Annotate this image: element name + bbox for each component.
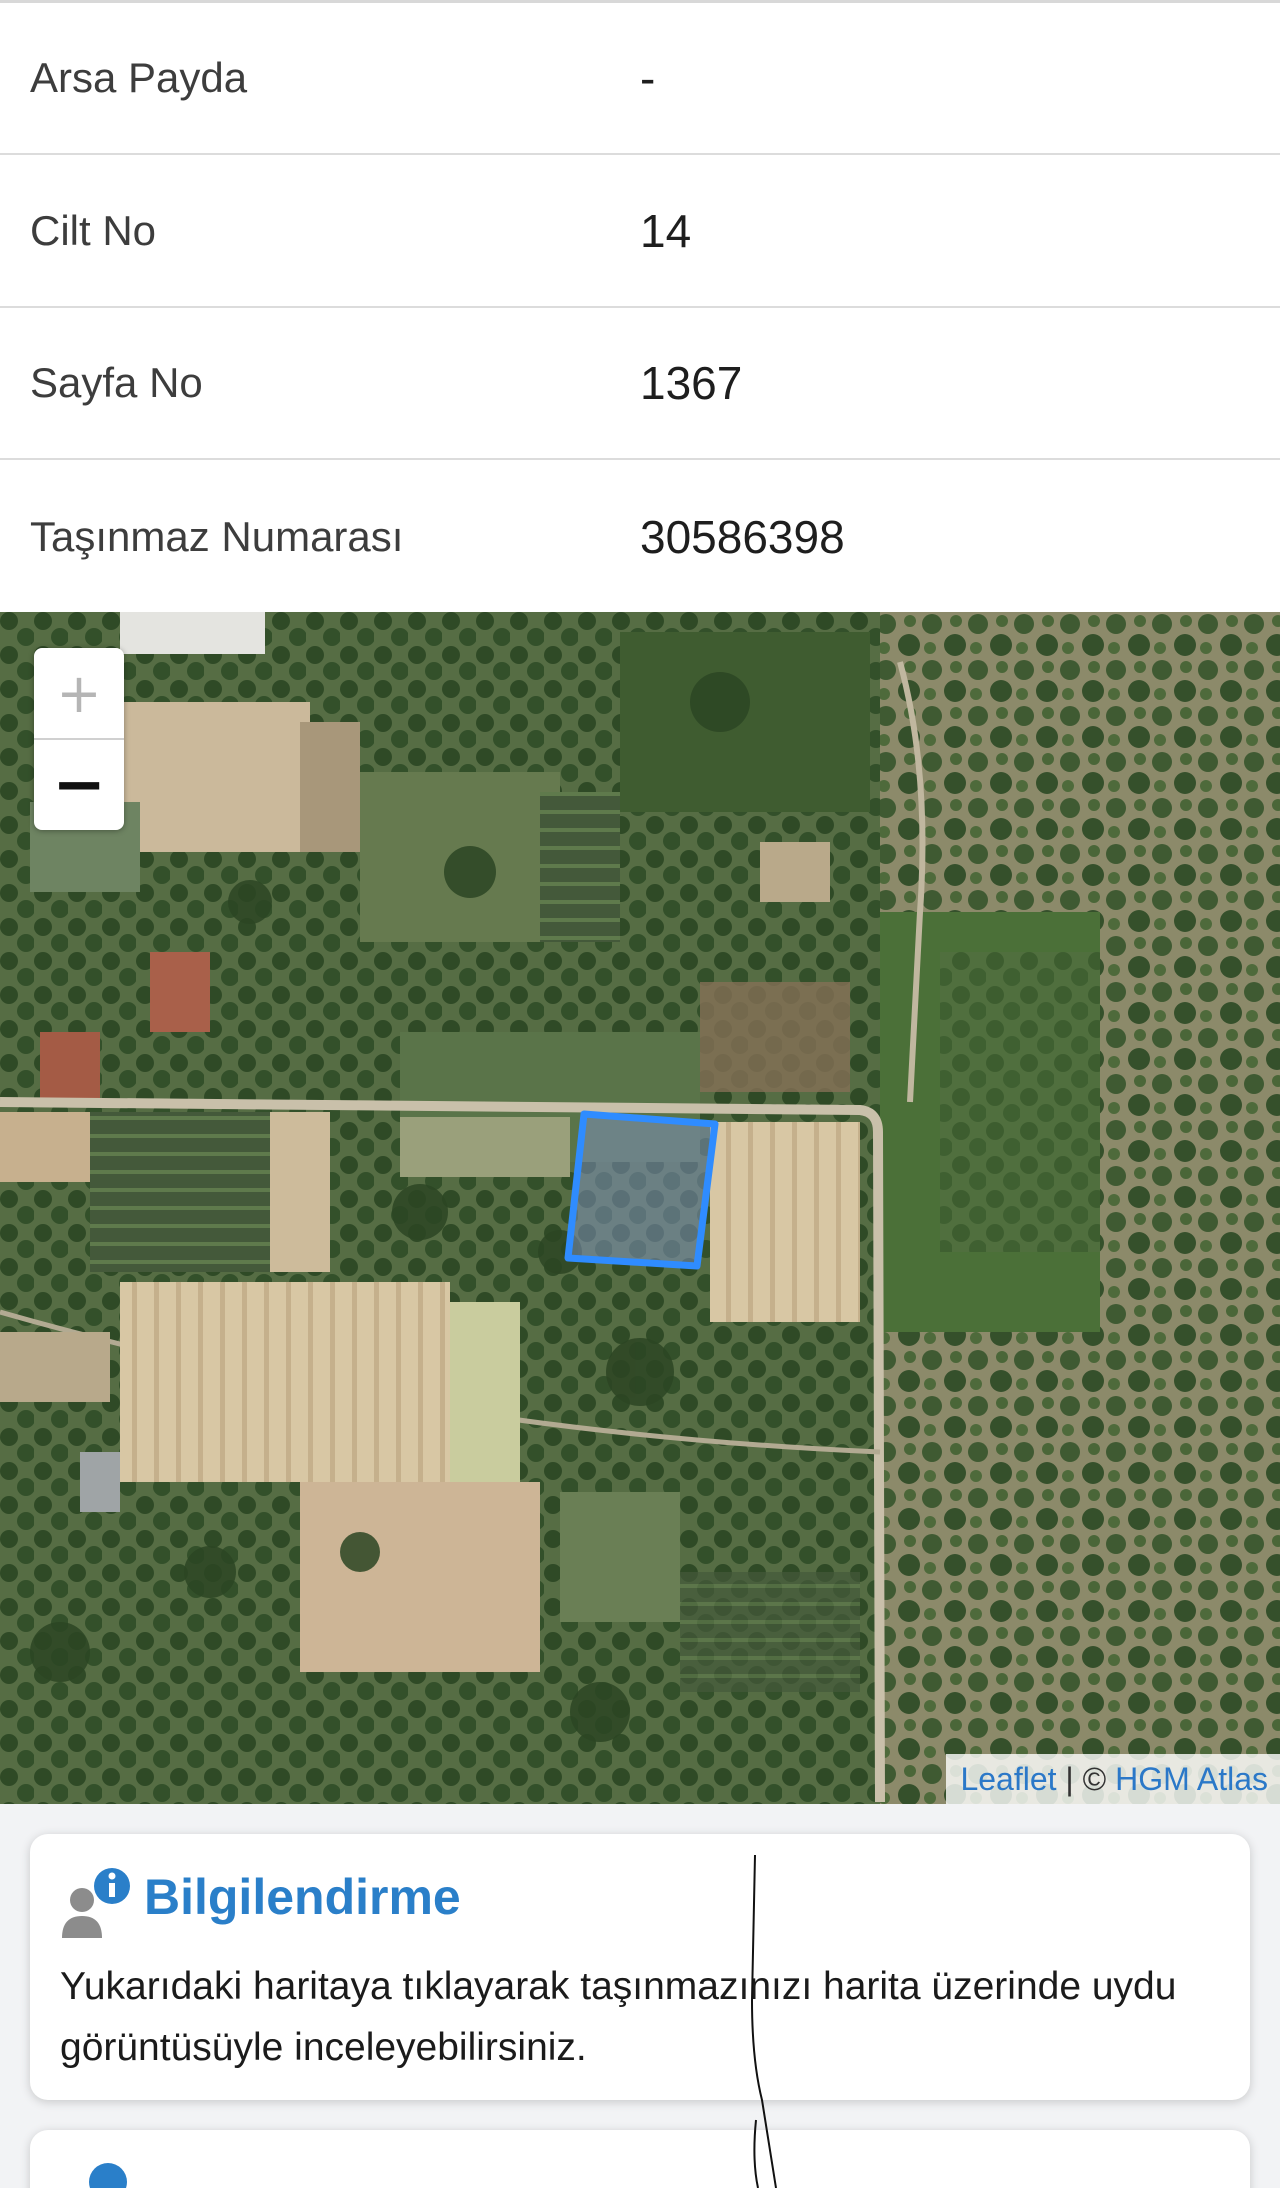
parcel-detail-page: Arsa Payda - Cilt No 14 Sayfa No 1367 Ta… [0, 0, 1280, 2188]
info-label: Sayfa No [30, 359, 203, 406]
info-label: Cilt No [30, 207, 157, 254]
parcel-outline [564, 1110, 719, 1270]
info-row-cilt-no: Cilt No 14 [0, 156, 1280, 308]
info-card: Bilgilendirme Yukarıdaki haritaya tıklay… [30, 1834, 1250, 2100]
property-info-table: Arsa Payda - Cilt No 14 Sayfa No 1367 Ta… [0, 0, 1280, 612]
info-icon [89, 2163, 127, 2188]
leaflet-link[interactable]: Leaflet [960, 1761, 1056, 1797]
info-value: - [640, 52, 656, 104]
info-value: 1367 [640, 357, 743, 409]
user-info-icon [62, 1868, 130, 1938]
info-row-sayfa-no: Sayfa No 1367 [0, 308, 1280, 460]
info-value: 14 [640, 205, 692, 257]
zoom-in-button[interactable]: + [34, 648, 124, 740]
zoom-control: + − [34, 648, 124, 830]
zoom-out-button[interactable]: − [34, 740, 124, 830]
card-title: Bilgilendirme [144, 1869, 461, 1925]
card-text: Yukarıdaki haritaya tıklayarak taşınmazı… [60, 1965, 1177, 2069]
info-label: Taşınmaz Numarası [30, 513, 404, 560]
satellite-map[interactable]: + − Leaflet | © HGM Atlas [0, 612, 1280, 1804]
info-row-tasinmaz-numarasi: Taşınmaz Numarası 30586398 [0, 461, 1280, 613]
map-attribution: Leaflet | © HGM Atlas [946, 1754, 1280, 1804]
attribution-separator: | © [1056, 1761, 1116, 1797]
info-value: 30586398 [640, 511, 845, 563]
hgm-atlas-link[interactable]: HGM Atlas [1115, 1761, 1268, 1797]
secondary-card [30, 2130, 1250, 2188]
info-label: Arsa Payda [30, 54, 248, 101]
satellite-imagery [0, 612, 1280, 1804]
info-row-arsa-payda: Arsa Payda - [0, 3, 1280, 155]
